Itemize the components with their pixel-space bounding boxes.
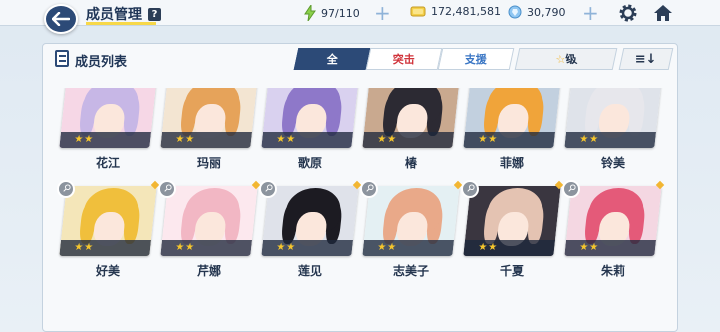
gear-icon[interactable] [617, 2, 639, 24]
member-portrait: ★★ [59, 186, 157, 256]
member-name: 朱莉 [600, 264, 625, 278]
member-portrait: ★★ [362, 88, 460, 148]
member-card[interactable]: ★★ 花江 [59, 88, 157, 171]
member-portrait: ★★ [59, 88, 157, 148]
member-card[interactable]: ⚲ ★★ 好美 [53, 176, 160, 279]
member-card[interactable]: ★★ 歌原 [261, 88, 359, 171]
home-icon[interactable] [652, 2, 674, 24]
member-name: 志美子 [392, 264, 429, 278]
credits-counter: 172,481,581 [410, 5, 501, 18]
filter-tabs: 全 突击 支援 [293, 48, 515, 70]
member-list-icon [55, 50, 69, 67]
member-portrait: ★★ [261, 186, 359, 256]
member-name: 歌原 [297, 156, 322, 170]
member-name: 玛丽 [196, 156, 221, 170]
member-card[interactable]: ★★ 椿 [362, 88, 460, 171]
member-name: 莲见 [297, 264, 322, 278]
panel-header: 成员列表 全 突击 支援 ☆级 ≡↓ [43, 44, 677, 74]
star-rating: ★★ [564, 132, 657, 148]
add-gems-plus-icon[interactable]: + [582, 1, 599, 25]
star-rating: ★★ [261, 240, 354, 256]
member-name: 好美 [95, 264, 120, 278]
star-rating: ★★ [59, 132, 152, 148]
tab-all[interactable]: 全 [293, 48, 371, 70]
member-name: 菲娜 [499, 156, 524, 170]
star-rating: ★★ [160, 240, 253, 256]
member-portrait: ★★ [362, 186, 460, 256]
member-name: 花江 [95, 156, 120, 170]
credits-icon [410, 6, 426, 17]
sort-order-icon: ≡↓ [634, 52, 657, 67]
member-portrait: ★★ [261, 88, 359, 148]
sort-order-button[interactable]: ≡↓ [618, 48, 674, 70]
member-name: 芹娜 [196, 264, 221, 278]
title-block: 成员管理 ? [86, 4, 161, 24]
member-card[interactable]: ⚲ ★★ 莲见 [255, 176, 362, 279]
member-portrait: ★★ [564, 88, 662, 148]
help-icon[interactable]: ? [148, 7, 161, 21]
ap-counter: 97/110 [304, 5, 360, 21]
member-name: 椿 [404, 156, 417, 170]
member-card[interactable]: ★★ 铃美 [564, 88, 662, 171]
star-rating: ★★ [160, 132, 253, 148]
member-name: 千夏 [499, 264, 524, 278]
member-portrait: ★★ [463, 88, 561, 148]
star-rating: ★★ [362, 240, 455, 256]
member-grid: ★★ 花江 ★★ 玛丽 ★★ 歌原 ★★ 椿 ★★ 菲娜 ★★ 铃美 ⚲ ★★ 好美 ⚲ ★★ 芹娜 ⚲ ★★ 莲见 ⚲ ★… [53, 88, 673, 332]
page-title: 成员管理 [86, 7, 142, 23]
star-rating: ★★ [463, 132, 556, 148]
member-portrait: ★★ [160, 186, 258, 256]
member-list-panel: 成员列表 全 突击 支援 ☆级 ≡↓ ★★ 花江 ★★ 玛丽 ★★ 歌原 ★★ 椿 ★★ 菲娜 ★★… [42, 43, 678, 332]
member-portrait: ★★ [564, 186, 662, 256]
gems-value: 30,790 [527, 5, 566, 19]
star-rating: ★★ [59, 240, 152, 256]
member-card[interactable]: ⚲ ★★ 志美子 [356, 176, 463, 279]
gem-icon [508, 5, 522, 19]
member-portrait: ★★ [160, 88, 258, 148]
star-rating: ★★ [261, 132, 354, 148]
star-rating: ★★ [564, 240, 657, 256]
panel-title: 成员列表 [75, 55, 128, 70]
title-underline [86, 22, 156, 25]
member-card[interactable]: ⚲ ★★ 朱莉 [558, 176, 665, 279]
credits-value: 172,481,581 [431, 5, 501, 18]
member-card[interactable]: ★★ 菲娜 [463, 88, 561, 171]
ap-value: 97/110 [321, 6, 360, 20]
tab-all-label: 全 [326, 53, 338, 66]
tab-striker[interactable]: 突击 [365, 48, 443, 70]
star-rating: ★★ [463, 240, 556, 256]
tab-striker-label: 突击 [392, 53, 415, 66]
gems-counter: 30,790 [508, 5, 566, 19]
star-rating: ★★ [362, 132, 455, 148]
member-card[interactable]: ★★ 玛丽 [160, 88, 258, 171]
member-card[interactable]: ⚲ ★★ 芹娜 [154, 176, 261, 279]
top-bar: 成员管理 ? 97/110 + 172,481,581 30,790 + [0, 0, 720, 26]
back-button[interactable] [44, 4, 78, 34]
energy-icon [304, 5, 316, 21]
tab-support[interactable]: 支援 [437, 48, 515, 70]
add-ap-plus-icon[interactable]: + [374, 1, 391, 25]
member-portrait: ★★ [463, 186, 561, 256]
back-arrow-icon [52, 12, 70, 26]
tab-support-label: 支援 [464, 53, 487, 66]
member-card[interactable]: ⚲ ★★ 千夏 [457, 176, 564, 279]
sort-button[interactable]: ☆级 [514, 48, 618, 70]
member-name: 铃美 [600, 156, 625, 170]
